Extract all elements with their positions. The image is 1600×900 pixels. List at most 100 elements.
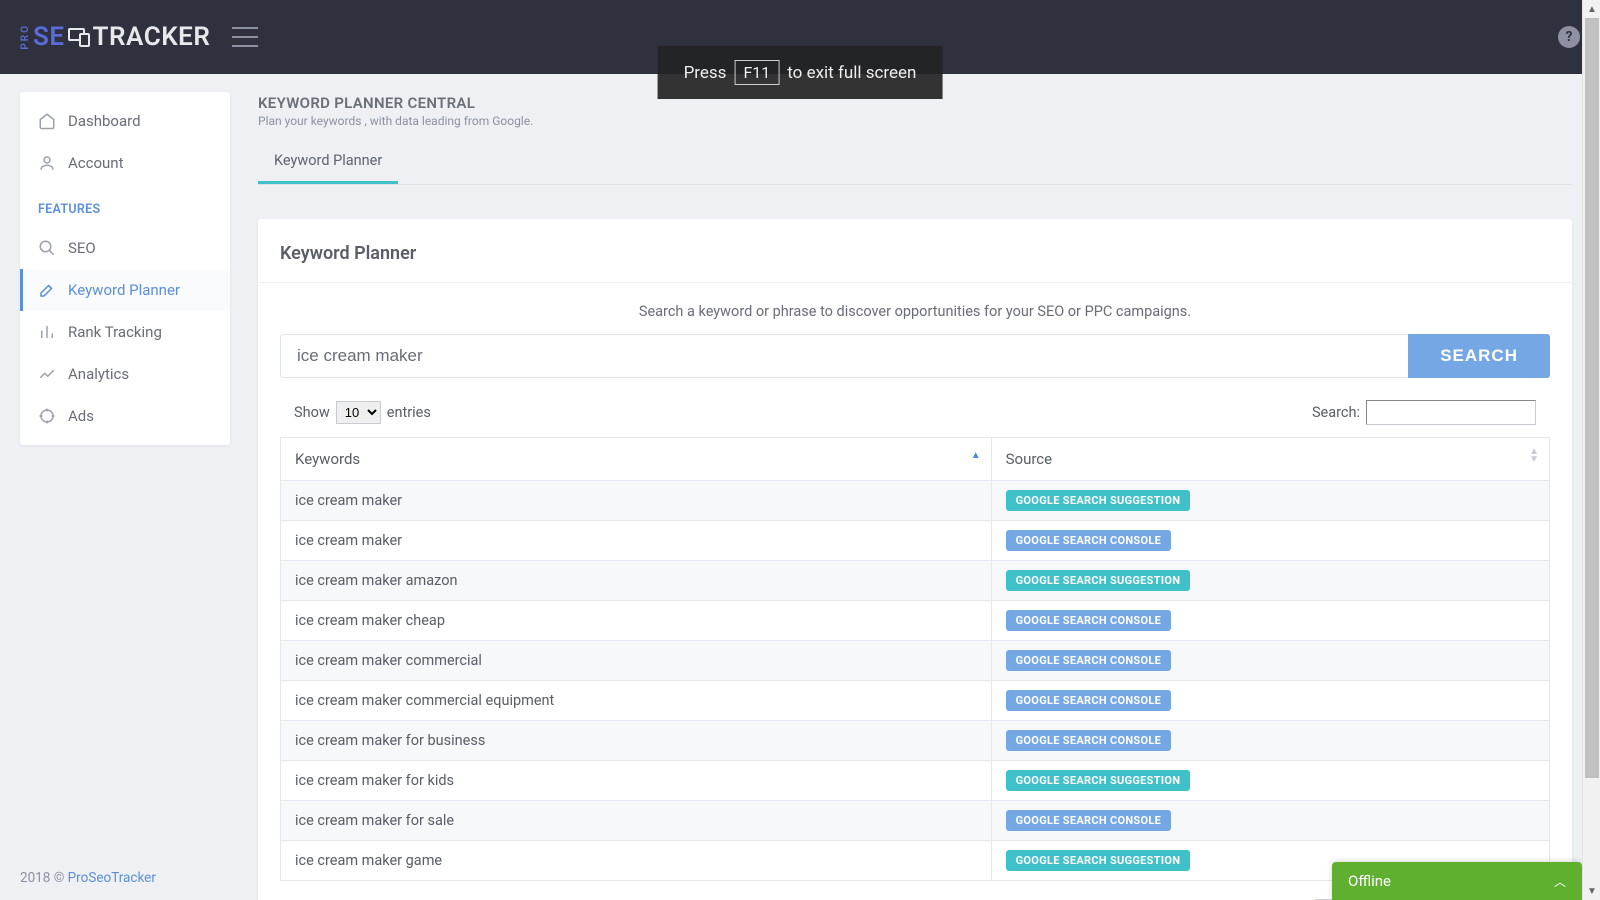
- line-icon: [38, 365, 56, 383]
- source-badge: GOOGLE SEARCH SUGGESTION: [1006, 570, 1191, 591]
- main: KEYWORD PLANNER CENTRAL Plan your keywor…: [230, 74, 1600, 900]
- fullscreen-hint: Press F11 to exit full screen: [658, 46, 943, 99]
- offline-bar[interactable]: Offline ︿: [1332, 862, 1582, 900]
- cell-keyword: ice cream maker for kids: [281, 761, 992, 801]
- scroll-up-icon[interactable]: ▲: [1583, 0, 1600, 18]
- table-row[interactable]: ice cream maker for saleGOOGLE SEARCH CO…: [281, 801, 1550, 841]
- table-search-label: Search:: [1312, 404, 1360, 421]
- cell-keyword: ice cream maker game: [281, 841, 992, 881]
- panel-hint: Search a keyword or phrase to discover o…: [280, 303, 1550, 320]
- search-button[interactable]: SEARCH: [1408, 334, 1550, 378]
- search-row: SEARCH: [280, 334, 1550, 378]
- offline-label: Offline: [1348, 872, 1391, 890]
- table-row[interactable]: ice cream maker amazon GOOGLE SEARCH SUGG…: [281, 561, 1550, 601]
- table-row[interactable]: ice cream maker GOOGLE SEARCH SUGGESTION: [281, 481, 1550, 521]
- table-row[interactable]: ice cream maker GOOGLE SEARCH CONSOLE: [281, 521, 1550, 561]
- cell-source: GOOGLE SEARCH CONSOLE: [991, 681, 1549, 721]
- source-badge: GOOGLE SEARCH CONSOLE: [1006, 690, 1171, 711]
- cell-keyword: ice cream maker: [281, 521, 992, 561]
- cell-source: GOOGLE SEARCH SUGGESTION: [991, 561, 1549, 601]
- table-row[interactable]: ice cream maker for kids GOOGLE SEARCH SU…: [281, 761, 1550, 801]
- cell-keyword: ice cream maker amazon: [281, 561, 992, 601]
- source-badge: GOOGLE SEARCH CONSOLE: [1006, 610, 1171, 631]
- source-badge: GOOGLE SEARCH CONSOLE: [1006, 650, 1171, 671]
- col-source[interactable]: Source ▲▼: [991, 438, 1549, 481]
- footer-year: 2018 ©: [20, 870, 68, 886]
- devices-icon: [67, 26, 91, 48]
- show-entries-prefix: Show: [294, 404, 330, 421]
- sidebar: DashboardAccount FEATURES SEOKeyword Pla…: [0, 74, 230, 900]
- table-row[interactable]: ice cream maker commercialGOOGLE SEARCH …: [281, 641, 1550, 681]
- source-badge: GOOGLE SEARCH SUGGESTION: [1006, 770, 1191, 791]
- source-badge: GOOGLE SEARCH SUGGESTION: [1006, 850, 1191, 871]
- sidebar-item-label: Ads: [68, 407, 94, 425]
- col-keywords[interactable]: Keywords ▲: [281, 438, 992, 481]
- sidebar-item-account[interactable]: Account: [20, 142, 230, 184]
- table-row[interactable]: ice cream maker commercial equipment GOOG…: [281, 681, 1550, 721]
- table-search-input[interactable]: [1366, 400, 1536, 425]
- bars-icon: [38, 323, 56, 341]
- fullscreen-hint-key: F11: [734, 60, 779, 85]
- panel-keyword-planner: Keyword Planner Search a keyword or phra…: [258, 219, 1572, 900]
- sidebar-item-ads[interactable]: Ads: [20, 395, 230, 437]
- source-badge: GOOGLE SEARCH CONSOLE: [1006, 730, 1171, 751]
- tabs: Keyword Planner: [258, 142, 1572, 185]
- home-icon: [38, 112, 56, 130]
- tab-keyword-planner[interactable]: Keyword Planner: [258, 142, 398, 184]
- cell-source: GOOGLE SEARCH SUGGESTION: [991, 481, 1549, 521]
- chevron-up-icon: ︿: [1554, 873, 1566, 890]
- fullscreen-hint-suffix: to exit full screen: [787, 63, 916, 83]
- scrollbar-thumb[interactable]: [1585, 18, 1599, 778]
- footer: 2018 © ProSeoTracker: [20, 870, 156, 886]
- sidebar-item-label: SEO: [68, 239, 96, 257]
- logo-se: SE: [33, 22, 65, 52]
- page-subtitle: Plan your keywords , with data leading f…: [258, 114, 1572, 128]
- cell-source: GOOGLE SEARCH CONSOLE: [991, 801, 1549, 841]
- target-icon: [38, 407, 56, 425]
- table-row[interactable]: ice cream maker for business GOOGLE SEARC…: [281, 721, 1550, 761]
- table-search: Search:: [1312, 400, 1536, 425]
- fullscreen-hint-prefix: Press: [684, 63, 727, 83]
- table-controls: Show 10 entries Search:: [280, 400, 1550, 425]
- keyword-search-input[interactable]: [280, 334, 1408, 378]
- sort-icon: ▲▼: [1529, 448, 1539, 464]
- sidebar-item-label: Dashboard: [68, 112, 141, 130]
- sidebar-item-label: Keyword Planner: [68, 281, 180, 299]
- keywords-table: Keywords ▲ Source ▲▼ ice cream maker GOOG…: [280, 437, 1550, 881]
- edit-icon: [38, 281, 56, 299]
- table-row[interactable]: ice cream maker cheap GOOGLE SEARCH CONSO…: [281, 601, 1550, 641]
- entries-select[interactable]: 10: [336, 401, 381, 424]
- sidebar-item-dashboard[interactable]: Dashboard: [20, 100, 230, 142]
- cell-keyword: ice cream maker for business: [281, 721, 992, 761]
- footer-brand-link[interactable]: ProSeoTracker: [68, 870, 156, 886]
- panel-title: Keyword Planner: [280, 243, 1550, 264]
- source-badge: GOOGLE SEARCH CONSOLE: [1006, 810, 1171, 831]
- sidebar-item-label: Rank Tracking: [68, 323, 162, 341]
- source-badge: GOOGLE SEARCH SUGGESTION: [1006, 490, 1191, 511]
- sidebar-item-keyword-planner[interactable]: Keyword Planner: [20, 269, 230, 311]
- cell-source: GOOGLE SEARCH CONSOLE: [991, 641, 1549, 681]
- cell-keyword: ice cream maker: [281, 481, 992, 521]
- search-icon: [38, 239, 56, 257]
- show-entries-suffix: entries: [387, 404, 431, 421]
- show-entries: Show 10 entries: [294, 401, 431, 424]
- help-icon[interactable]: ?: [1558, 26, 1580, 48]
- cell-source: GOOGLE SEARCH CONSOLE: [991, 601, 1549, 641]
- cell-source: GOOGLE SEARCH CONSOLE: [991, 721, 1549, 761]
- logo-tracker: TRACKER: [93, 22, 211, 52]
- menu-toggle-icon[interactable]: [232, 27, 258, 47]
- cell-keyword: ice cream maker commercial equipment: [281, 681, 992, 721]
- divider: [258, 282, 1572, 283]
- scrollbar[interactable]: ▲ ▼: [1582, 0, 1600, 900]
- cell-keyword: ice cream maker cheap: [281, 601, 992, 641]
- sidebar-card: DashboardAccount FEATURES SEOKeyword Pla…: [20, 92, 230, 445]
- logo[interactable]: PRO SE TRACKER: [20, 22, 210, 52]
- sidebar-item-label: Analytics: [68, 365, 129, 383]
- sidebar-item-rank-tracking[interactable]: Rank Tracking: [20, 311, 230, 353]
- source-badge: GOOGLE SEARCH CONSOLE: [1006, 530, 1171, 551]
- cell-source: GOOGLE SEARCH SUGGESTION: [991, 761, 1549, 801]
- scroll-down-icon[interactable]: ▼: [1583, 882, 1600, 900]
- logo-pro: PRO: [20, 24, 31, 50]
- sidebar-item-seo[interactable]: SEO: [20, 227, 230, 269]
- sidebar-item-analytics[interactable]: Analytics: [20, 353, 230, 395]
